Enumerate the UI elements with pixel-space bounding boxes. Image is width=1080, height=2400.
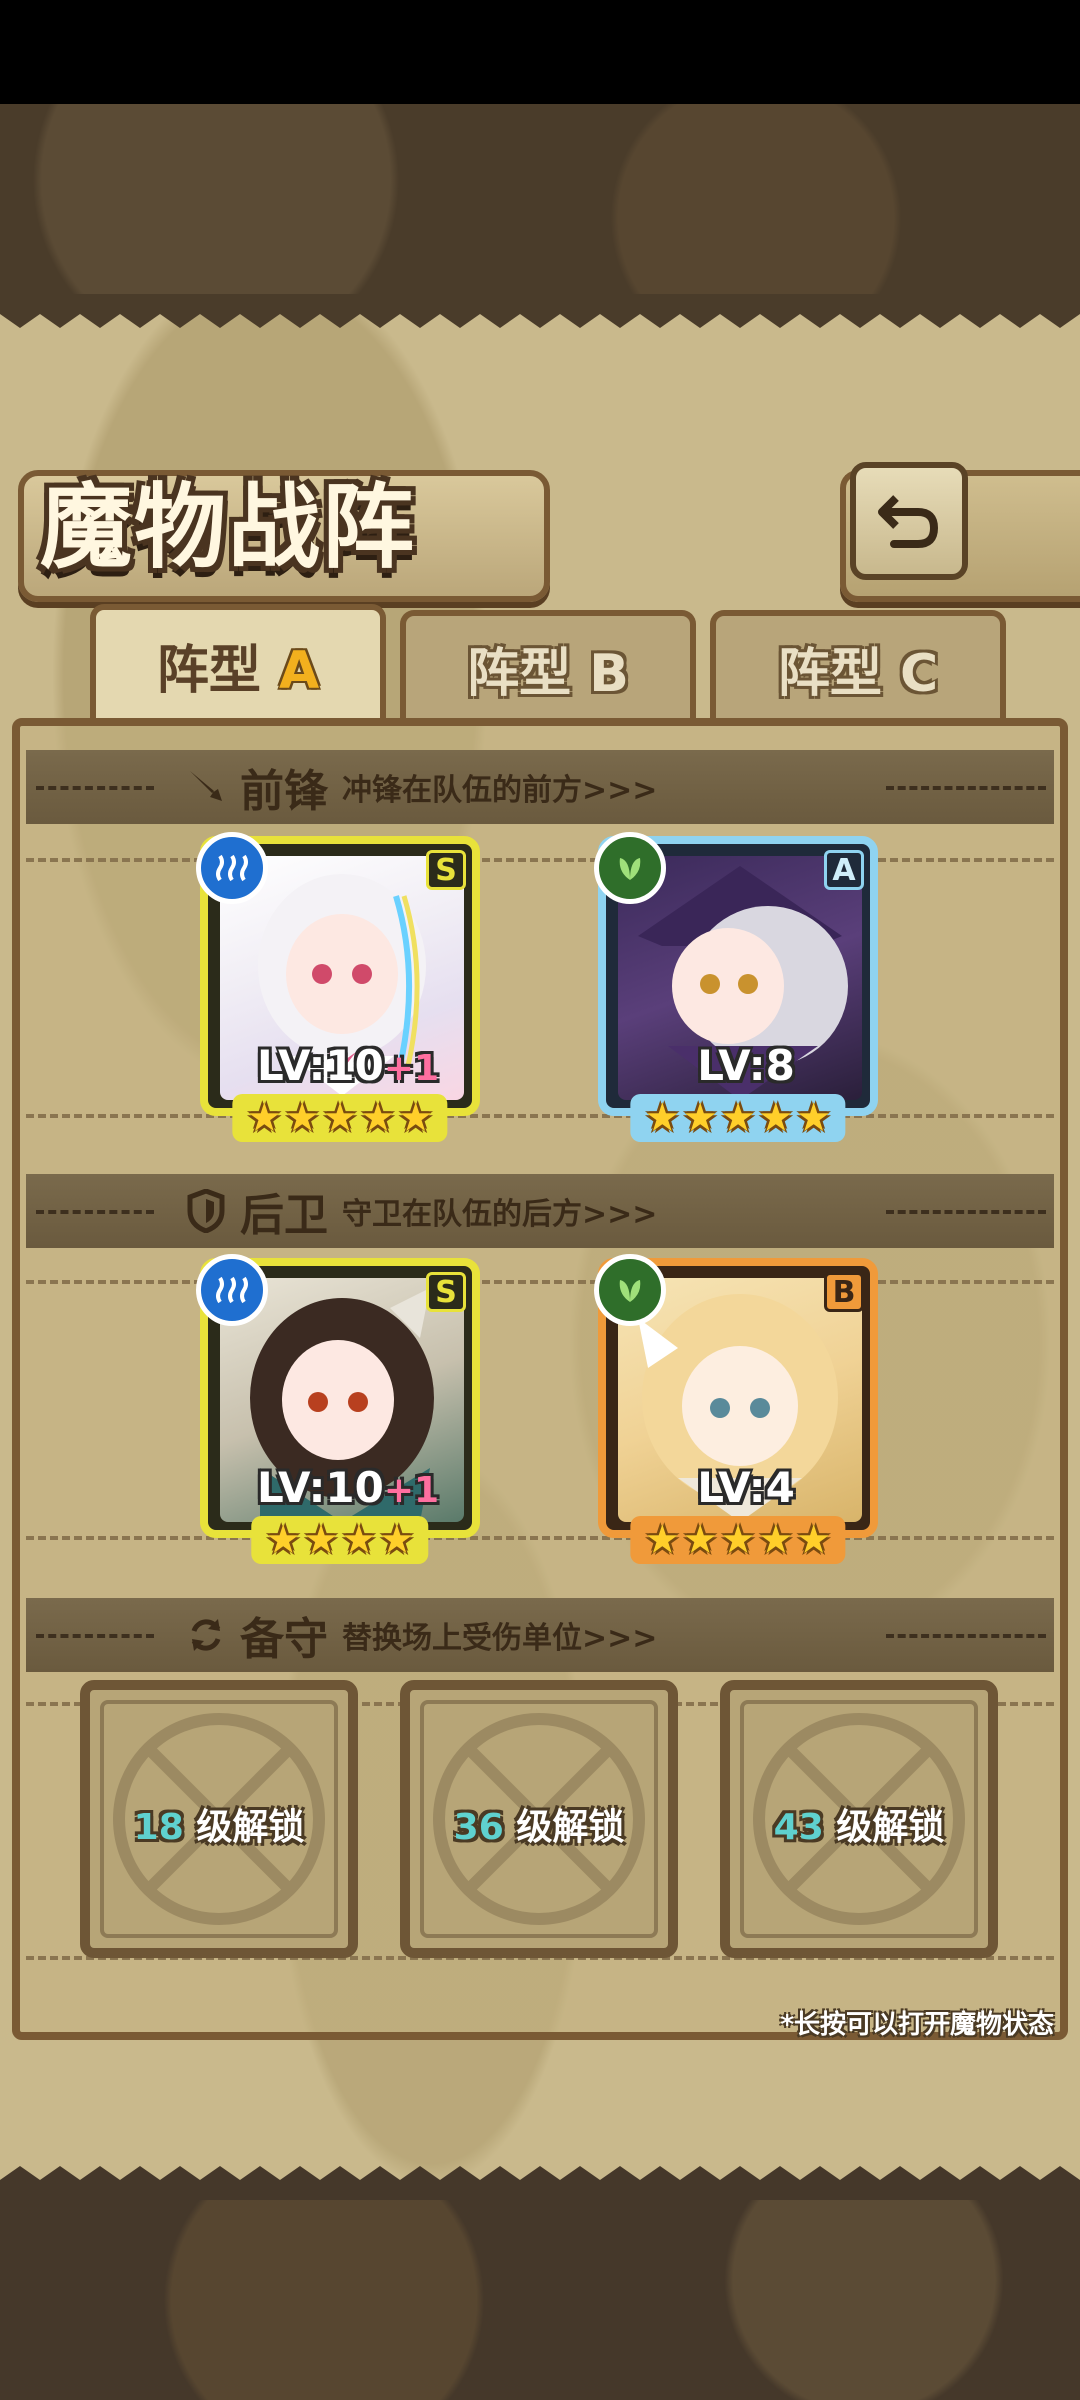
back-unit-2-level: LV:4	[697, 1463, 795, 1512]
star-icon: ★	[378, 1517, 415, 1563]
star-icon: ★	[246, 1095, 283, 1141]
star-icon: ★	[359, 1095, 396, 1141]
star-icon: ★	[720, 1517, 756, 1563]
leaf-element-icon	[594, 1254, 666, 1326]
long-press-hint: *长按可以打开魔物状态	[780, 2010, 1054, 2040]
water-element-icon	[196, 1254, 268, 1326]
star-icon: ★	[795, 1095, 832, 1141]
star-icon: ★	[265, 1517, 302, 1563]
shield-icon	[187, 1189, 225, 1233]
vanguard-subtitle: 冲锋在队伍的前方>>>	[342, 773, 658, 808]
reserve-subtitle: 替换场上受伤单位>>>	[342, 1621, 658, 1656]
star-icon: ★	[644, 1095, 681, 1141]
star-icon: ★	[341, 1517, 377, 1563]
back-unit-2-stars: ★ ★ ★ ★ ★	[630, 1516, 846, 1564]
undo-arrow-icon	[878, 495, 939, 548]
formation-tabs: 阵型 A 阵型 B 阵型 C	[16, 604, 1064, 720]
star-icon: ★	[720, 1095, 756, 1141]
back-unit-1-card[interactable]: S LV:10+1 ★ ★ ★ ★	[196, 1254, 480, 1564]
rearguard-title: 后卫	[240, 1190, 328, 1241]
status-bar	[0, 0, 1080, 104]
star-icon: ★	[757, 1095, 794, 1141]
star-icon: ★	[757, 1517, 794, 1563]
vanguard-header: 前锋 冲锋在队伍的前方>>>	[26, 750, 1054, 824]
torn-edge-bottom	[0, 2166, 1080, 2200]
front-unit-1-stars: ★ ★ ★ ★ ★	[232, 1094, 448, 1142]
rearguard-subtitle: 守卫在队伍的后方>>>	[342, 1197, 658, 1232]
star-icon: ★	[682, 1517, 719, 1563]
tab-formation-b[interactable]: 阵型 B	[400, 610, 696, 720]
back-button[interactable]	[850, 462, 968, 580]
swap-icon	[191, 1619, 221, 1651]
back-unit-1-level: LV:10+1	[256, 1463, 440, 1512]
star-icon: ★	[322, 1095, 358, 1141]
star-icon: ★	[397, 1095, 434, 1141]
star-icon: ★	[644, 1517, 681, 1563]
reserve-slot-3-locked[interactable]: 43 级解锁	[720, 1680, 998, 1958]
star-icon: ★	[795, 1517, 832, 1563]
reserve-header: 备守 替换场上受伤单位>>>	[26, 1598, 1054, 1672]
sword-icon	[190, 771, 222, 801]
front-unit-1-level: LV:10+1	[256, 1041, 440, 1090]
tab-formation-a[interactable]: 阵型 A	[90, 604, 386, 720]
front-unit-2-rank: A	[824, 850, 864, 890]
front-unit-2-level: LV:8	[697, 1041, 795, 1090]
back-unit-2-card[interactable]: B LV:4 ★ ★ ★ ★ ★	[594, 1254, 878, 1564]
star-icon: ★	[284, 1095, 321, 1141]
rearguard-row	[26, 1280, 1054, 1540]
back-unit-1-rank: S	[426, 1272, 466, 1312]
rearguard-header: 后卫 守卫在队伍的后方>>>	[26, 1174, 1054, 1248]
background-bottom	[0, 2200, 1080, 2400]
front-unit-1-card[interactable]: S LV:10+1 ★ ★ ★ ★ ★	[196, 832, 480, 1142]
water-element-icon	[196, 832, 268, 904]
leaf-element-icon	[594, 832, 666, 904]
star-icon: ★	[303, 1517, 339, 1563]
tab-formation-c[interactable]: 阵型 C	[710, 610, 1006, 720]
page-title: 魔物战阵	[40, 473, 417, 581]
reserve-slot-1-locked[interactable]: 18 级解锁	[80, 1680, 358, 1958]
vanguard-title: 前锋	[240, 766, 328, 817]
back-unit-2-rank: B	[824, 1272, 864, 1312]
vanguard-row	[26, 858, 1054, 1118]
front-unit-1-rank: S	[426, 850, 466, 890]
back-unit-1-stars: ★ ★ ★ ★	[251, 1516, 429, 1564]
front-unit-2-stars: ★ ★ ★ ★ ★	[630, 1094, 846, 1142]
torn-edge-top	[0, 294, 1080, 328]
front-unit-2-card[interactable]: A LV:8 ★ ★ ★ ★ ★	[594, 832, 878, 1142]
star-icon: ★	[682, 1095, 719, 1141]
reserve-title: 备守	[240, 1614, 328, 1665]
background-top	[0, 104, 1080, 294]
reserve-slot-2-locked[interactable]: 36 级解锁	[400, 1680, 678, 1958]
